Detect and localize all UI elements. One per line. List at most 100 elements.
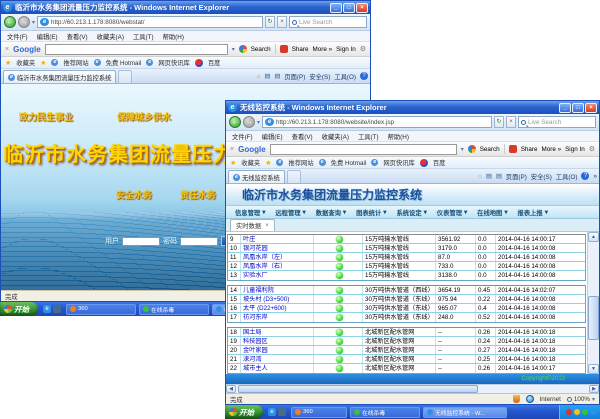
- add-favorite-icon[interactable]: ★: [265, 159, 271, 167]
- menu-file[interactable]: 文件(F): [232, 132, 253, 141]
- scroll-thumb[interactable]: [238, 385, 478, 393]
- cmd-tools-button[interactable]: 工具(O): [334, 72, 356, 81]
- cmd-security-button[interactable]: 安全(S): [309, 72, 330, 81]
- nav-item-1[interactable]: 远程管理▾: [270, 208, 310, 217]
- fav-baidu[interactable]: 百度: [433, 158, 446, 167]
- toolbar-close-icon[interactable]: ×: [230, 146, 234, 153]
- taskbar-button-3[interactable]: 无线监控系统 - W...: [423, 407, 507, 418]
- home-icon[interactable]: ⌂: [478, 173, 482, 180]
- address-dropdown-icon[interactable]: ▾: [32, 19, 35, 26]
- minimize-button[interactable]: _: [330, 3, 342, 13]
- feeds-icon[interactable]: ▤: [264, 73, 270, 80]
- nav-item-2[interactable]: 数据查询▾: [311, 208, 351, 217]
- front-active-tab[interactable]: e 无线监控系统: [228, 170, 285, 183]
- cmd-page-button[interactable]: 页面(P): [284, 72, 305, 81]
- google-signin-button[interactable]: Sign In: [565, 146, 585, 153]
- taskbar-button-2[interactable]: 在线杀毒: [350, 407, 420, 418]
- google-more-button[interactable]: More »: [313, 46, 333, 53]
- scroll-thumb[interactable]: [588, 296, 599, 340]
- print-icon[interactable]: ▤: [496, 173, 502, 180]
- username-field[interactable]: [122, 237, 160, 246]
- google-search-button[interactable]: Search: [480, 146, 500, 153]
- row-name-link[interactable]: 坡头村 (D3+500): [241, 295, 314, 303]
- row-name-link[interactable]: 祊河东岸: [241, 313, 314, 322]
- google-signin-button[interactable]: Sign In: [336, 46, 356, 53]
- menu-favorites[interactable]: 收藏夹(A): [97, 32, 124, 41]
- menu-help[interactable]: 帮助(H): [388, 132, 409, 141]
- wrench-icon[interactable]: ⚙: [360, 45, 366, 53]
- nav-item-6[interactable]: 在线地图▾: [472, 208, 512, 217]
- new-tab-button[interactable]: [287, 170, 301, 183]
- maximize-button[interactable]: □: [572, 103, 584, 113]
- tab-close-icon[interactable]: ×: [265, 223, 269, 229]
- tray-icon-yellow[interactable]: [574, 409, 580, 415]
- menu-tools[interactable]: 工具(T): [133, 32, 154, 41]
- cmd-security-button[interactable]: 安全(S): [531, 172, 552, 181]
- back-active-tab[interactable]: e 临沂市水务集团流量压力监控系统: [3, 70, 116, 83]
- favorites-button[interactable]: 收藏夹: [241, 158, 260, 167]
- fav-webslice[interactable]: 网页快讯库: [383, 158, 414, 167]
- fav-hotmail[interactable]: 免费 Hotmail: [106, 58, 142, 67]
- row-name-link[interactable]: 涑河湾: [241, 355, 314, 363]
- row-name-link[interactable]: 叶庄: [241, 235, 314, 243]
- row-name-link[interactable]: 银河花园: [241, 244, 314, 252]
- front-nav-forward-icon[interactable]: →: [243, 116, 255, 128]
- toolbar-close-icon[interactable]: ×: [5, 46, 9, 53]
- close-button[interactable]: ×: [356, 3, 368, 13]
- add-favorite-icon[interactable]: ★: [40, 59, 46, 67]
- nav-item-3[interactable]: 图表统计▾: [351, 208, 391, 217]
- google-search-caret-icon[interactable]: ▾: [232, 46, 235, 53]
- scroll-down-icon[interactable]: ▼: [588, 364, 599, 374]
- back-nav-forward-icon[interactable]: →: [18, 16, 30, 28]
- scroll-track[interactable]: [236, 385, 589, 393]
- fav-baidu[interactable]: 百度: [208, 58, 221, 67]
- overflow-chevron-icon[interactable]: »: [593, 173, 597, 180]
- menu-help[interactable]: 帮助(H): [163, 32, 184, 41]
- cmd-tools-button[interactable]: 工具(O): [556, 172, 578, 181]
- google-share-button[interactable]: Share: [292, 46, 309, 53]
- taskbar-button-1[interactable]: 360: [291, 407, 347, 418]
- cmd-page-button[interactable]: 页面(P): [506, 172, 527, 181]
- google-search-button[interactable]: Search: [251, 46, 271, 53]
- google-more-button[interactable]: More »: [542, 146, 562, 153]
- quicklaunch-ie-icon[interactable]: e: [43, 305, 51, 313]
- menu-favorites[interactable]: 收藏夹(A): [322, 132, 349, 141]
- google-search-input[interactable]: [270, 144, 457, 155]
- menu-edit[interactable]: 编辑(E): [37, 32, 58, 41]
- horizontal-scrollbar[interactable]: ◀ ▶: [226, 384, 599, 393]
- start-button[interactable]: 开始: [225, 405, 263, 419]
- refresh-button[interactable]: ↻: [494, 116, 504, 128]
- scroll-up-icon[interactable]: ▲: [588, 232, 599, 242]
- row-name-link[interactable]: 实验水厂: [241, 271, 314, 280]
- scroll-track[interactable]: [588, 242, 599, 364]
- menu-file[interactable]: 文件(F): [7, 32, 28, 41]
- live-search-input[interactable]: Live Search: [518, 116, 596, 128]
- minimize-button[interactable]: _: [559, 103, 571, 113]
- menu-view[interactable]: 查看(V): [292, 132, 313, 141]
- fav-hotmail[interactable]: 免费 Hotmail: [331, 158, 367, 167]
- tray-icon-blue[interactable]: [590, 409, 596, 415]
- help-icon[interactable]: ?: [360, 72, 368, 80]
- row-name-link[interactable]: 科技园区: [241, 337, 314, 345]
- google-search-input[interactable]: [45, 44, 228, 55]
- row-name-link[interactable]: 凤凰水岸（左）: [241, 253, 314, 261]
- stop-button[interactable]: ×: [506, 116, 516, 128]
- home-icon[interactable]: ⌂: [257, 73, 261, 80]
- back-nav-back-icon[interactable]: ←: [4, 16, 16, 28]
- favorites-button[interactable]: 收藏夹: [16, 58, 35, 67]
- menu-view[interactable]: 查看(V): [67, 32, 88, 41]
- nav-item-4[interactable]: 系统设定▾: [391, 208, 431, 217]
- scroll-left-icon[interactable]: ◀: [226, 385, 236, 393]
- fav-suggested-sites[interactable]: 推荐网站: [63, 58, 88, 67]
- live-search-input[interactable]: Live Search: [289, 16, 367, 28]
- maximize-button[interactable]: □: [343, 3, 355, 13]
- row-name-link[interactable]: 国土局: [241, 328, 314, 336]
- tray-icon-red[interactable]: [566, 409, 572, 415]
- print-icon[interactable]: ▤: [274, 73, 280, 80]
- help-icon[interactable]: ?: [581, 172, 589, 180]
- feeds-icon[interactable]: ▤: [486, 173, 492, 180]
- fav-webslice[interactable]: 网页快讯库: [158, 58, 189, 67]
- close-button[interactable]: ×: [585, 103, 597, 113]
- wrench-icon[interactable]: ⚙: [589, 145, 595, 153]
- tab-realtime-data[interactable]: 实时数据 ×: [230, 219, 275, 231]
